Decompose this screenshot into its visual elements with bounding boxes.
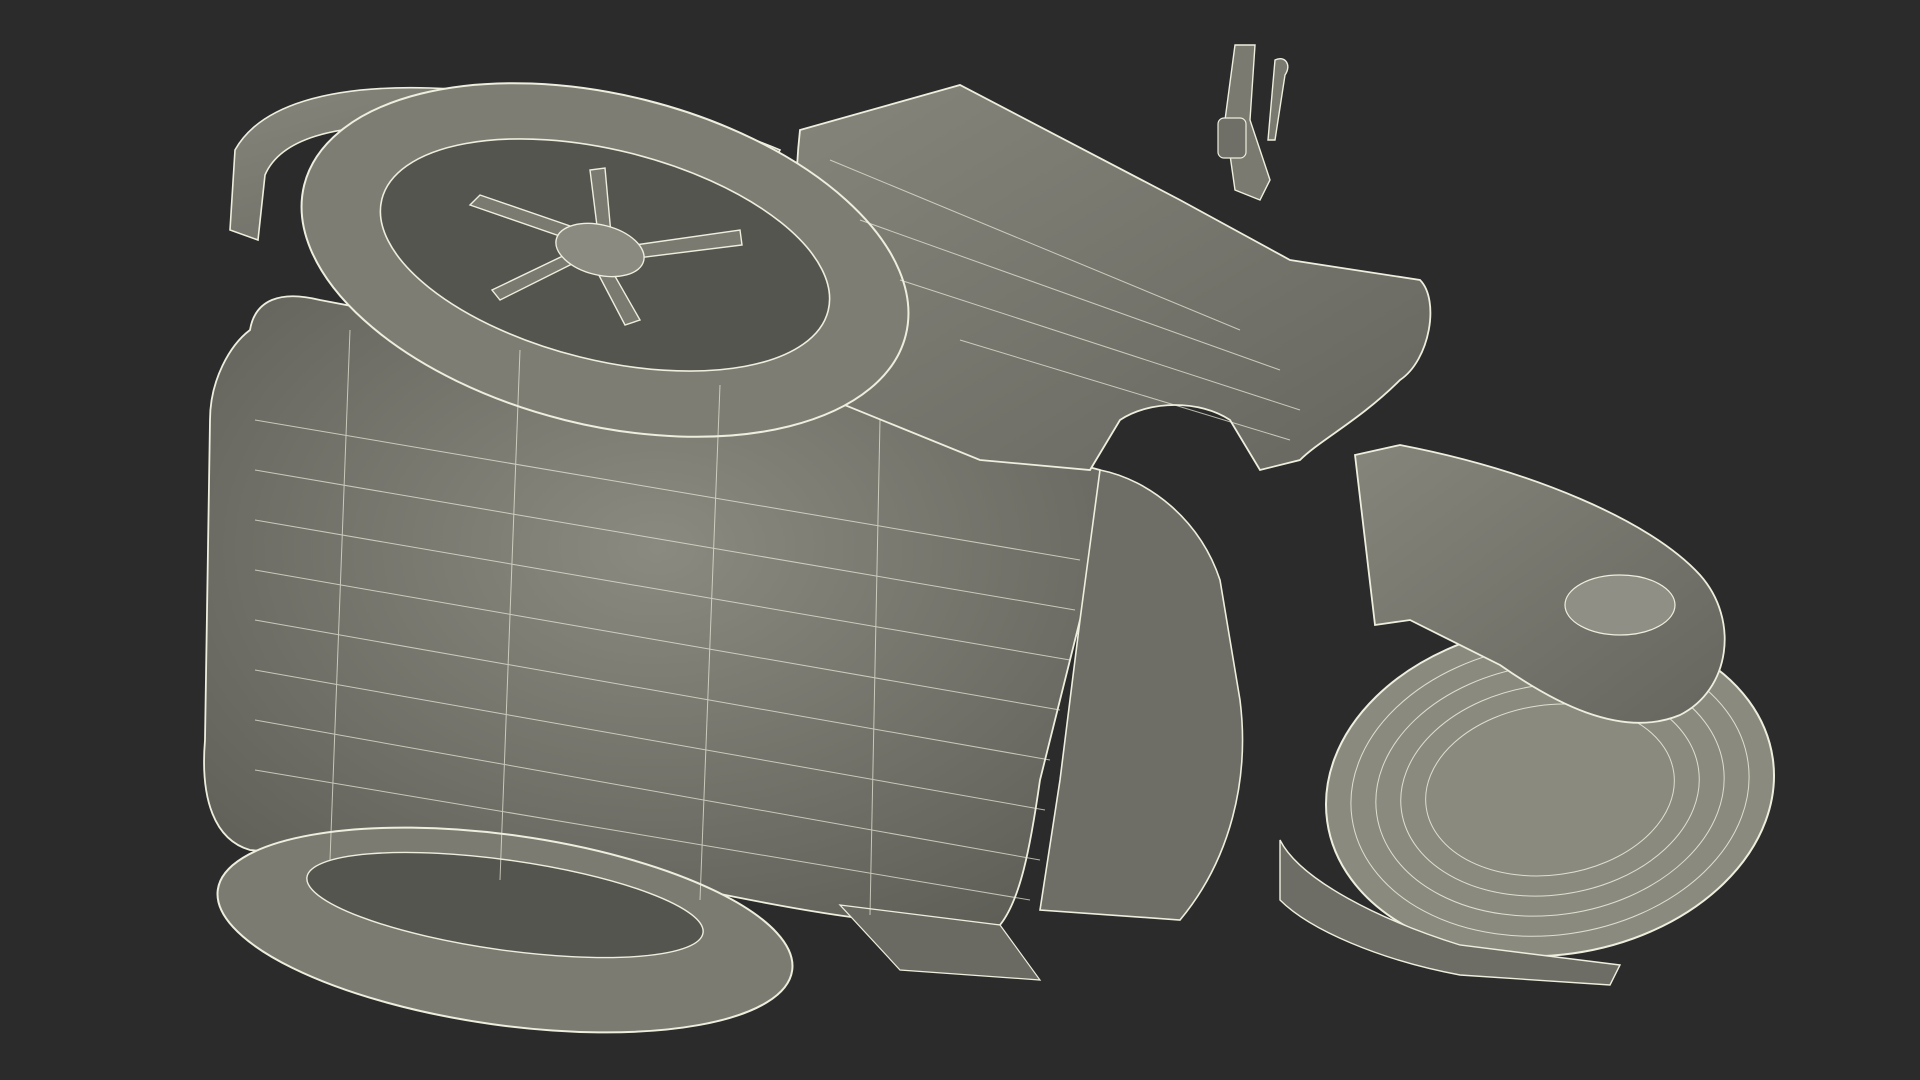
scooter-wireframe-render xyxy=(203,44,1775,1034)
handlebar xyxy=(1217,44,1289,201)
render-viewport xyxy=(0,0,1920,1080)
